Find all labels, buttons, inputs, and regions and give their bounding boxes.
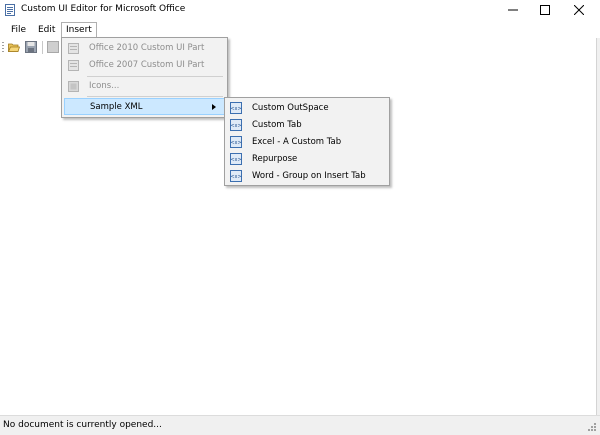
resize-grip-icon[interactable] [587, 422, 597, 432]
xml-file-icon: <x> [230, 170, 242, 182]
insert-menu-dropdown: Office 2010 Custom UI Part Office 2007 C… [61, 37, 228, 118]
icons-icon [68, 81, 79, 92]
menu-item-label: Office 2010 Custom UI Part [89, 43, 205, 53]
minimize-button[interactable] [497, 0, 529, 20]
toolbar-separator [42, 41, 43, 54]
status-bar: No document is currently opened... [0, 415, 600, 435]
submenu-item-excel-a-custom-tab[interactable]: <x> Excel - A Custom Tab [227, 134, 387, 151]
menu-bar: File Edit Insert [0, 20, 600, 38]
maximize-button[interactable] [529, 0, 561, 20]
svg-text:<x>: <x> [230, 157, 241, 163]
menu-item-icons[interactable]: Icons... [64, 78, 225, 95]
window-right-edge [596, 38, 600, 415]
save-button[interactable] [25, 41, 37, 53]
svg-text:<x>: <x> [230, 106, 241, 112]
menu-item-office-2007-custom-ui-part[interactable]: Office 2007 Custom UI Part [64, 57, 225, 74]
submenu-item-repurpose[interactable]: <x> Repurpose [227, 151, 387, 168]
minimize-icon [508, 9, 518, 11]
save-disk-icon [25, 41, 37, 53]
submenu-item-custom-tab[interactable]: <x> Custom Tab [227, 117, 387, 134]
xml-file-icon: <x> [230, 153, 242, 165]
window-title: Custom UI Editor for Microsoft Office [21, 4, 186, 14]
submenu-item-label: Repurpose [252, 154, 298, 164]
submenu-item-label: Custom OutSpace [252, 103, 329, 113]
sample-xml-submenu: <x> Custom OutSpace <x> Custom Tab <x> E… [224, 97, 390, 186]
xml-file-icon: <x> [230, 102, 242, 114]
submenu-item-label: Excel - A Custom Tab [252, 137, 342, 147]
menu-separator [87, 76, 223, 77]
svg-text:<x>: <x> [230, 123, 241, 129]
status-text: No document is currently opened... [3, 420, 162, 430]
submenu-item-label: Custom Tab [252, 120, 302, 130]
menu-edit[interactable]: Edit [34, 23, 59, 38]
close-button[interactable] [563, 0, 595, 20]
open-folder-icon [7, 43, 21, 52]
xml-file-icon: <x> [230, 119, 242, 131]
title-bar: Custom UI Editor for Microsoft Office [0, 0, 600, 20]
submenu-item-label: Word - Group on Insert Tab [252, 171, 366, 181]
toolbar-grip[interactable] [2, 42, 4, 53]
submenu-item-word-group-on-insert-tab[interactable]: <x> Word - Group on Insert Tab [227, 168, 387, 185]
menu-file[interactable]: File [7, 23, 30, 38]
submenu-item-custom-outspace[interactable]: <x> Custom OutSpace [227, 100, 387, 117]
custom-ui-part-icon [68, 60, 79, 71]
document-icon [47, 41, 59, 53]
menu-item-office-2010-custom-ui-part[interactable]: Office 2010 Custom UI Part [64, 40, 225, 57]
menu-item-label: Office 2007 Custom UI Part [89, 60, 205, 70]
xml-file-icon: <x> [230, 136, 242, 148]
maximize-icon [540, 5, 550, 15]
toolbar-button-disabled[interactable] [47, 41, 59, 53]
svg-text:<x>: <x> [230, 140, 241, 146]
menu-separator [87, 96, 223, 97]
menu-item-label: Icons... [89, 81, 120, 91]
custom-ui-part-icon [68, 43, 79, 54]
menu-insert[interactable]: Insert [61, 22, 97, 38]
app-icon [5, 4, 15, 16]
open-button[interactable] [7, 41, 21, 53]
menu-item-label: Sample XML [90, 102, 143, 112]
close-icon [574, 5, 584, 15]
menu-item-sample-xml[interactable]: Sample XML [64, 98, 225, 115]
submenu-arrow-icon [212, 104, 216, 110]
svg-text:<x>: <x> [230, 174, 241, 180]
